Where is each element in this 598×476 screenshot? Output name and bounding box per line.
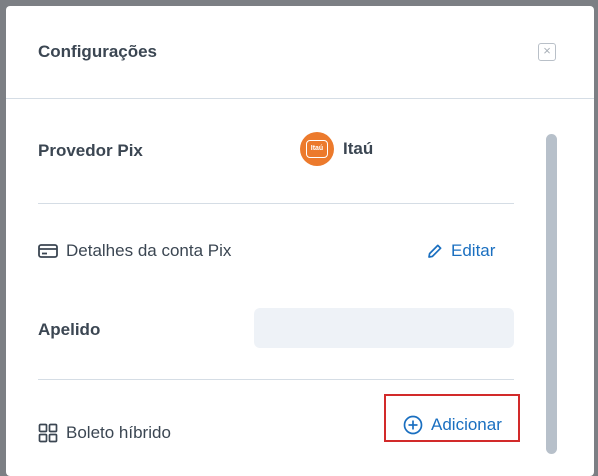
scrollbar[interactable] [546, 134, 557, 454]
close-icon: × [543, 43, 551, 58]
modal-title: Configurações [38, 42, 158, 61]
edit-label: Editar [451, 241, 496, 260]
close-button[interactable]: × [538, 43, 556, 61]
itau-logo-text: Itaú [306, 140, 328, 158]
boleto-row: Boleto híbrido [38, 423, 171, 443]
modal-header: Configurações × [6, 6, 594, 99]
itau-logo: Itaú [300, 132, 334, 166]
divider [38, 203, 514, 204]
provider-name: Itaú [343, 139, 374, 158]
boleto-label: Boleto híbrido [66, 423, 171, 442]
divider [38, 379, 514, 380]
provider-label: Provedor Pix [38, 141, 143, 160]
grid-icon [38, 423, 58, 443]
nickname-label: Apelido [38, 320, 101, 339]
edit-button[interactable]: Editar [427, 241, 495, 261]
account-details-row: Detalhes da conta Pix [38, 241, 231, 261]
pencil-icon [428, 244, 442, 258]
account-details-label: Detalhes da conta Pix [66, 241, 232, 260]
provider-value: Itaú Itaú [300, 132, 373, 166]
highlight-box [384, 394, 520, 442]
card-icon [38, 244, 58, 258]
nickname-input[interactable] [254, 308, 514, 348]
